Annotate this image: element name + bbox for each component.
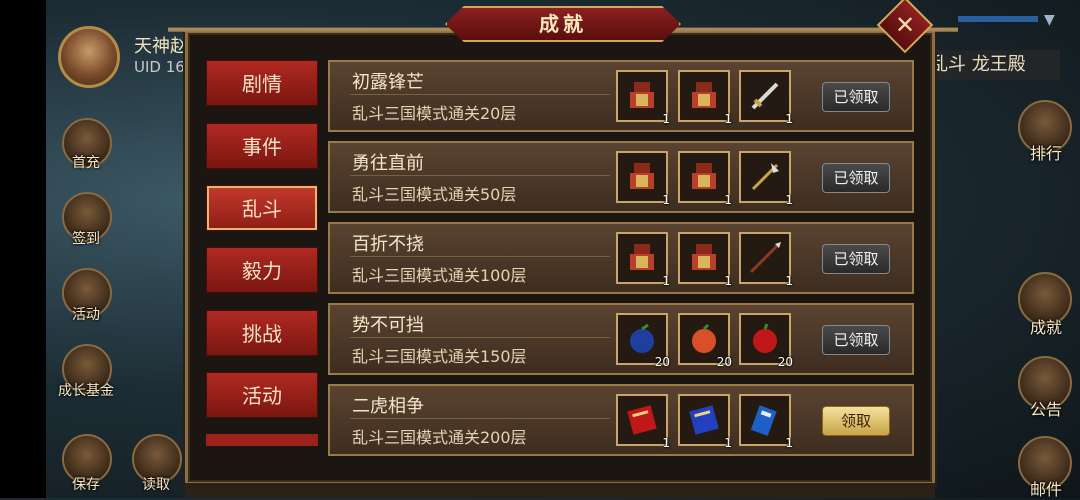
achievement-description: 乱斗三国模式通关100层 [352,266,527,285]
reward-count: 1 [662,274,670,288]
side-label-first-recharge: 首充 [72,155,100,171]
side-label-sign-in: 签到 [72,231,100,247]
tab-partial[interactable] [206,434,318,446]
side-label-load: 读取 [142,477,170,493]
row-divider [350,175,610,176]
player-name: 天神赵 [134,36,188,57]
achievement-title: 二虎相争 [352,396,424,417]
reward-count: 20 [777,355,793,369]
spear-icon [747,240,783,276]
reward-item[interactable]: 1 [739,151,793,207]
achievement-description: 乱斗三国模式通关50层 [352,185,517,204]
achievement-title: 势不可挡 [352,315,424,336]
tab-brawl[interactable]: 乱斗 [206,185,318,231]
panel-bottom-bar [185,483,935,498]
reward-item[interactable]: 1 [739,232,793,288]
reward-count: 1 [785,436,793,450]
side-label-growth-fund: 成长基金 [58,383,114,399]
side-label-ranking: 排行 [1030,144,1063,163]
achievement-row: 初露锋芒乱斗三国模式通关20层 1 1 1 已领取 [328,60,914,132]
panel-title: 成就 [539,12,587,36]
avatar[interactable] [58,26,120,88]
sword-icon [747,78,783,114]
reward-item[interactable]: 1 [678,232,732,288]
reward-count: 1 [724,112,732,126]
reward-count: 1 [662,436,670,450]
side-label-mail: 邮件 [1030,480,1063,499]
reward-item[interactable]: 1 [678,394,732,450]
tab-perseverance[interactable]: 毅力 [206,247,318,293]
close-icon[interactable]: ✕ [885,5,925,45]
reward-count: 1 [724,274,732,288]
energy-bar [958,16,1038,22]
achievement-row: 百折不挠乱斗三国模式通关100层 1 1 1 已领取 [328,222,914,294]
left-black-strip [0,0,46,498]
armor-figure-icon [624,159,660,195]
achievement-row: 二虎相争乱斗三国模式通关200层 1 1 1 领取 [328,384,914,456]
reward-item[interactable]: 20 [739,313,793,369]
mode-label[interactable]: 乱斗 龙王殿 [920,50,1060,80]
triangle-icon: ▼ [1044,12,1055,28]
reward-item[interactable]: 1 [678,151,732,207]
blue-fruit-icon [624,321,660,357]
achievement-title: 百折不挠 [352,234,424,255]
claimed-button[interactable]: 已领取 [822,325,890,355]
side-label-announcement: 公告 [1030,400,1063,419]
tab-story[interactable]: 剧情 [206,60,318,106]
achievement-title: 勇往直前 [352,153,424,174]
reward-count: 20 [716,355,732,369]
achievement-row: 勇往直前乱斗三国模式通关50层 1 1 1 已领取 [328,141,914,213]
halberd-icon [747,159,783,195]
row-divider [350,256,610,257]
row-divider [350,418,610,419]
scroll-icon [747,402,783,438]
reward-item[interactable]: 1 [678,70,732,126]
claim-button[interactable]: 领取 [822,406,890,436]
side-label-save: 保存 [72,477,100,493]
armor-figure-icon [686,159,722,195]
armor-figure-icon [624,240,660,276]
claimed-button[interactable]: 已领取 [822,163,890,193]
reward-count: 1 [662,112,670,126]
reward-item[interactable]: 1 [616,394,670,450]
achievement-description: 乱斗三国模式通关20层 [352,104,517,123]
tab-challenge[interactable]: 挑战 [206,310,318,356]
reward-item[interactable]: 1 [616,151,670,207]
armor-figure-icon [686,240,722,276]
armor-figure-icon [624,78,660,114]
reward-count: 20 [654,355,670,369]
side-label-activity: 活动 [72,307,100,323]
reward-count: 1 [724,436,732,450]
red-book-icon [624,402,660,438]
reward-count: 1 [662,193,670,207]
reward-item[interactable]: 20 [678,313,732,369]
reward-count: 1 [785,112,793,126]
claimed-button[interactable]: 已领取 [822,244,890,274]
achievement-description: 乱斗三国模式通关200层 [352,428,527,447]
side-label-achievement: 成就 [1030,318,1063,337]
armor-figure-icon [686,78,722,114]
achievement-description: 乱斗三国模式通关150层 [352,347,527,366]
tab-event[interactable]: 事件 [206,123,318,169]
reward-item[interactable]: 1 [616,232,670,288]
blue-book-icon [686,402,722,438]
reward-item[interactable]: 1 [739,70,793,126]
achievement-row: 势不可挡乱斗三国模式通关150层 20 20 20 已领取 [328,303,914,375]
reward-item[interactable]: 20 [616,313,670,369]
achievement-title: 初露锋芒 [352,72,424,93]
row-divider [350,94,610,95]
reward-item[interactable]: 1 [616,70,670,126]
orange-fruit-icon [686,321,722,357]
reward-count: 1 [785,274,793,288]
tab-activity[interactable]: 活动 [206,372,318,418]
row-divider [350,337,610,338]
reward-item[interactable]: 1 [739,394,793,450]
reward-count: 1 [724,193,732,207]
claimed-button[interactable]: 已领取 [822,82,890,112]
reward-count: 1 [785,193,793,207]
red-fruit-icon [747,321,783,357]
